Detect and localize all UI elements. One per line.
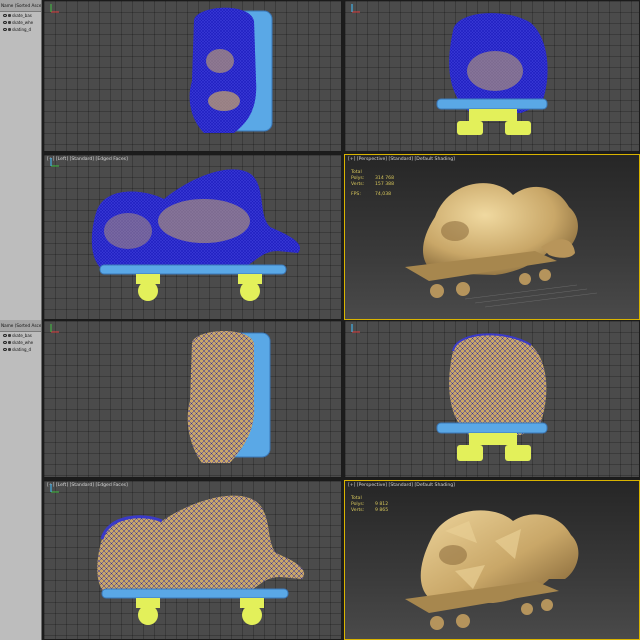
axis-gizmo-icon [50, 324, 59, 333]
explorer-item-label: skate_bas [12, 333, 32, 338]
explorer-item[interactable]: skating_d [0, 26, 41, 33]
object-icon [8, 21, 11, 24]
bulldog-wireframe-top [187, 330, 271, 463]
viewport-front[interactable] [344, 0, 640, 152]
explorer-item-label: skating_d [12, 27, 32, 32]
viewport-perspective[interactable]: [+] [Perspective] [Standard] [Default Sh… [344, 480, 640, 640]
explorer-header[interactable]: Name (Sorted Ascen [0, 0, 41, 12]
bulldog-render-shaded [405, 183, 598, 308]
explorer-item[interactable]: skate_whe [0, 339, 41, 346]
visibility-eye-icon[interactable] [3, 348, 7, 351]
explorer-item-label: skating_d [12, 347, 32, 352]
axis-gizmo-icon [351, 324, 360, 333]
viewport-left[interactable]: [+] [Left] [Standard] [Edged Faces] [43, 154, 342, 320]
scene-low-poly: Name (Sorted Ascen skate_bas skate_whe s… [0, 320, 640, 640]
bulldog-wireframe-front [436, 13, 548, 135]
visibility-eye-icon[interactable] [3, 28, 7, 31]
explorer-item-label: skate_whe [12, 340, 34, 345]
object-icon [8, 28, 11, 31]
scene-explorer[interactable]: Name (Sorted Ascen skate_bas skate_whe s… [0, 320, 42, 640]
explorer-item[interactable]: skating_d [0, 346, 41, 353]
axis-gizmo-icon [50, 4, 59, 13]
bulldog-wireframe-side [91, 169, 300, 301]
scene-high-poly: Name (Sorted Ascen skate_bas skate_whe s… [0, 0, 640, 320]
bulldog-wireframe-side [97, 495, 305, 625]
object-icon [8, 14, 11, 17]
viewport-top[interactable] [43, 0, 342, 152]
viewport-top[interactable] [43, 320, 342, 478]
explorer-item-label: skate_whe [12, 20, 34, 25]
viewport-front[interactable] [344, 320, 640, 478]
bulldog-wireframe-front [436, 333, 548, 461]
axis-gizmo-icon [50, 484, 59, 493]
object-icon [8, 334, 11, 337]
explorer-item-label: skate_bas [12, 13, 32, 18]
viewport-perspective[interactable]: [+] [Perspective] [Standard] [Default Sh… [344, 154, 640, 320]
axis-gizmo-icon [50, 158, 59, 167]
explorer-header[interactable]: Name (Sorted Ascen [0, 320, 41, 332]
visibility-eye-icon[interactable] [3, 341, 7, 344]
visibility-eye-icon[interactable] [3, 21, 7, 24]
explorer-item[interactable]: skate_whe [0, 19, 41, 26]
explorer-item[interactable]: skate_bas [0, 12, 41, 19]
visibility-eye-icon[interactable] [3, 334, 7, 337]
explorer-item[interactable]: skate_bas [0, 332, 41, 339]
bulldog-render-lowpoly [405, 510, 579, 630]
scene-explorer[interactable]: Name (Sorted Ascen skate_bas skate_whe s… [0, 0, 42, 320]
viewport-left[interactable]: [+] [Left] [Standard] [Edged Faces] [43, 480, 342, 640]
visibility-eye-icon[interactable] [3, 14, 7, 17]
object-icon [8, 341, 11, 344]
object-icon [8, 348, 11, 351]
axis-gizmo-icon [351, 4, 360, 13]
bulldog-wireframe-top [189, 7, 273, 134]
